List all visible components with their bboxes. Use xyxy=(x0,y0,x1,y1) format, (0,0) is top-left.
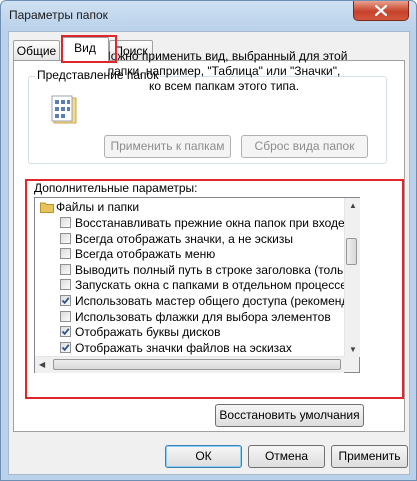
vertical-scroll-thumb[interactable] xyxy=(346,238,357,265)
setting-checkbox[interactable] xyxy=(60,217,71,228)
tab-general[interactable]: Общие xyxy=(13,40,60,60)
checkmark-icon xyxy=(61,344,70,351)
vertical-scrollbar[interactable]: ▲ ▼ xyxy=(344,198,360,357)
setting-label: Отображать буквы дисков xyxy=(75,325,221,340)
setting-label: Восстанавливать прежние окна папок при в… xyxy=(75,216,360,230)
folder-view-icon xyxy=(51,95,77,124)
reset-folders-button[interactable]: Сброс вида папок xyxy=(241,135,368,158)
checkmark-icon xyxy=(61,328,70,336)
title-bar[interactable]: Параметры папок xyxy=(1,1,416,29)
setting-checkbox[interactable] xyxy=(60,295,71,306)
folder-options-window: Параметры папок Общие Вид Поиск Представ… xyxy=(0,0,417,481)
setting-checkbox[interactable] xyxy=(60,279,71,291)
apply-button[interactable]: Применить xyxy=(331,445,408,468)
cancel-button[interactable]: Отмена xyxy=(248,445,325,468)
window-title: Параметры папок xyxy=(9,8,108,22)
ok-button[interactable]: ОК xyxy=(165,445,242,468)
setting-checkbox[interactable] xyxy=(60,310,71,322)
setting-checkbox[interactable] xyxy=(60,341,71,353)
setting-label: Использовать флажки для выбора элементов xyxy=(75,309,331,324)
horizontal-scroll-thumb[interactable] xyxy=(53,359,341,370)
scroll-down-icon[interactable]: ▼ xyxy=(349,346,357,354)
folder-icon xyxy=(40,202,54,213)
setting-checkbox[interactable] xyxy=(60,248,71,260)
scroll-left-icon[interactable]: ◀ xyxy=(39,361,45,369)
setting-label: Всегда отображать меню xyxy=(75,247,216,262)
setting-label: Всегда отображать значки, а не эскизы xyxy=(75,231,293,246)
setting-label: Выводить полный путь в строке заголовка … xyxy=(75,262,360,277)
folder-view-description: Можно применить вид, выбранный для этой … xyxy=(100,49,348,93)
close-button[interactable] xyxy=(353,1,409,21)
apply-to-folders-button[interactable]: Применить к папкам xyxy=(104,135,231,158)
checkmark-icon xyxy=(61,297,70,305)
scroll-up-icon[interactable]: ▲ xyxy=(349,202,357,210)
setting-label: Отображать значки файлов на эскизах xyxy=(75,340,292,355)
setting-checkbox[interactable] xyxy=(60,232,71,244)
scroll-corner xyxy=(344,357,359,372)
setting-checkbox[interactable] xyxy=(60,263,71,275)
setting-label: Запускать окна с папками в отдельном про… xyxy=(75,278,347,293)
restore-defaults-button[interactable]: Восстановить умолчания xyxy=(215,404,364,427)
setting-label: Использовать мастер общего доступа (реко… xyxy=(75,294,360,308)
advanced-settings-list[interactable]: Файлы и папки Восстанавливать прежние ок… xyxy=(34,197,360,373)
advanced-settings-label: Дополнительные параметры: xyxy=(34,181,198,195)
setting-checkbox[interactable] xyxy=(60,326,71,338)
tab-view-highlight xyxy=(61,35,117,63)
close-icon xyxy=(375,5,387,16)
